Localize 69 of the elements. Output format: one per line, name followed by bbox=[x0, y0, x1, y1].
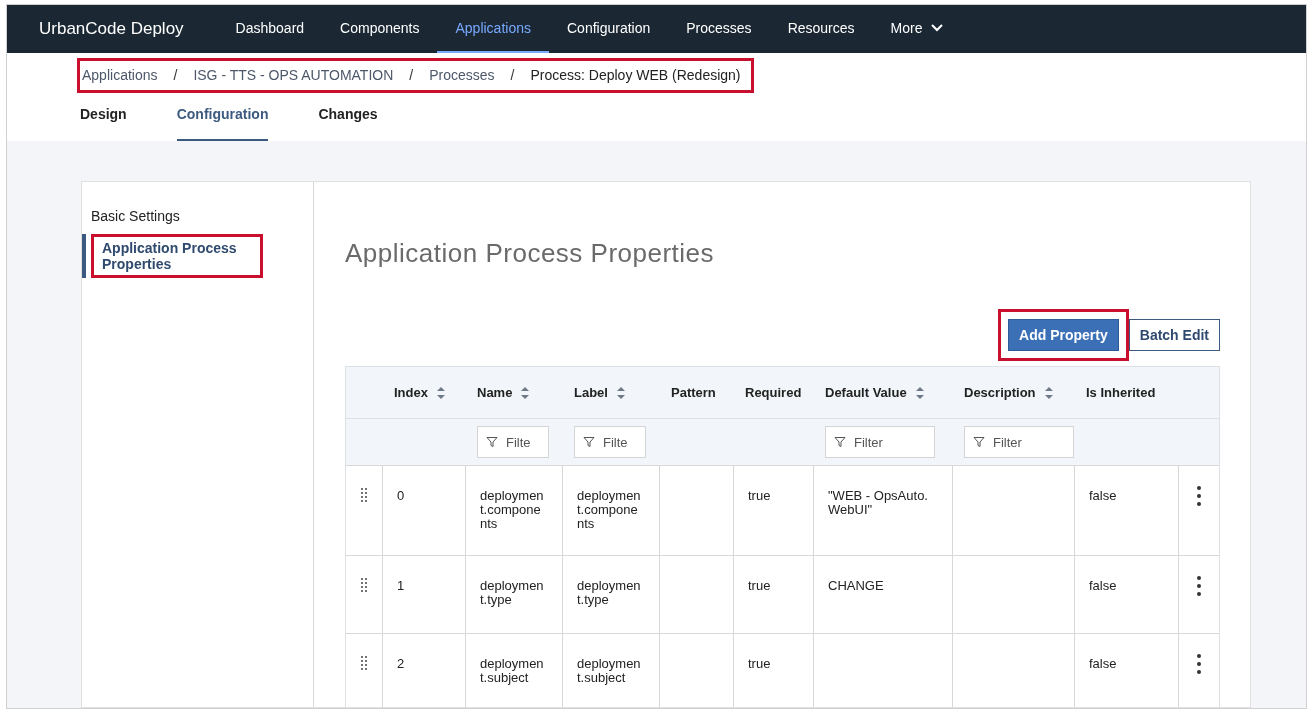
table-cell-text: "WEB - OpsAuto.WebUI" bbox=[828, 489, 929, 517]
column-header: Required bbox=[745, 383, 802, 402]
filter-field[interactable]: Filter bbox=[825, 426, 935, 458]
nav-link[interactable]: Dashboard bbox=[217, 5, 323, 53]
drag-handle-icon[interactable] bbox=[361, 656, 367, 670]
breadcrumb-link[interactable]: ISG - TTS - OPS AUTOMATION bbox=[193, 65, 394, 86]
drag-handle-icon[interactable] bbox=[361, 488, 367, 502]
add-property-button[interactable]: Add Property bbox=[1008, 319, 1119, 351]
drag-handle-icon[interactable] bbox=[361, 578, 367, 592]
overflow-menu-icon[interactable] bbox=[1197, 486, 1201, 506]
column-header: Is Inherited bbox=[1086, 383, 1156, 402]
breadcrumb-current: Process: Deploy WEB (Redesign) bbox=[530, 66, 741, 85]
nav-link[interactable]: Resources bbox=[769, 5, 873, 53]
table-cell: deployment.type bbox=[577, 579, 641, 607]
sort-icon[interactable] bbox=[520, 385, 531, 400]
sidebar-label: Application Process Properties bbox=[102, 240, 238, 272]
page-heading: Application Process Properties bbox=[345, 237, 716, 270]
column-header: Pattern bbox=[671, 383, 716, 402]
breadcrumb-separator: / bbox=[510, 66, 515, 85]
table-cell-text: 1 bbox=[397, 579, 406, 593]
sort-icon[interactable] bbox=[914, 385, 925, 400]
table-cell-text: false bbox=[1089, 579, 1118, 593]
nav-link[interactable]: Configuration bbox=[549, 5, 669, 53]
table-cell: deployment.components bbox=[577, 489, 641, 531]
tab[interactable]: Changes bbox=[318, 104, 378, 141]
sidebar-item[interactable]: Application Process Properties bbox=[82, 234, 313, 278]
batch-edit-button[interactable]: Batch Edit bbox=[1128, 319, 1220, 351]
column-header[interactable]: Label bbox=[574, 382, 626, 403]
breadcrumb-separator: / bbox=[409, 66, 414, 85]
sidebar-item[interactable]: Basic Settings bbox=[82, 208, 313, 224]
filter-field[interactable]: Filter bbox=[964, 426, 1074, 458]
filter-icon bbox=[973, 436, 985, 448]
tab[interactable]: Design bbox=[80, 104, 127, 141]
column-header[interactable]: Description bbox=[964, 382, 1054, 403]
filter-icon bbox=[486, 436, 498, 448]
table-cell-text: CHANGE bbox=[828, 579, 885, 593]
nav-link[interactable]: Components bbox=[322, 5, 438, 53]
table-cell-text: 2 bbox=[397, 657, 406, 671]
filter-field[interactable]: Filte bbox=[477, 426, 549, 458]
table-cell: deployment.subject bbox=[480, 657, 544, 685]
table-cell-text: 0 bbox=[397, 489, 406, 503]
brand-name[interactable]: UrbanCode Deploy bbox=[7, 16, 218, 42]
nav-link[interactable]: Applications bbox=[437, 5, 549, 53]
overflow-menu-icon[interactable] bbox=[1197, 654, 1201, 674]
filter-field[interactable]: Filte bbox=[574, 426, 646, 458]
filter-icon bbox=[583, 436, 595, 448]
overflow-menu-icon[interactable] bbox=[1197, 576, 1201, 596]
table-cell-text: true bbox=[748, 489, 772, 503]
table-cell-text: true bbox=[748, 579, 772, 593]
chevron-down-icon bbox=[930, 23, 945, 33]
column-header[interactable]: Default Value bbox=[825, 382, 925, 403]
sort-icon[interactable] bbox=[1043, 385, 1054, 400]
breadcrumb-separator: / bbox=[173, 66, 178, 85]
table-cell-text: false bbox=[1089, 489, 1118, 503]
sort-icon[interactable] bbox=[435, 385, 446, 400]
sidebar-label: Basic Settings bbox=[91, 208, 181, 224]
table-cell: deployment.subject bbox=[577, 657, 641, 685]
table-cell-text: true bbox=[748, 657, 772, 671]
table-cell-text: false bbox=[1089, 657, 1118, 671]
more-menu[interactable]: More bbox=[872, 5, 963, 53]
nav-link[interactable]: Processes bbox=[668, 5, 770, 53]
breadcrumb-link[interactable]: Applications bbox=[82, 65, 158, 86]
sort-icon[interactable] bbox=[615, 385, 626, 400]
column-header[interactable]: Index bbox=[394, 382, 446, 403]
table-cell: deployment.type bbox=[480, 579, 544, 607]
table-cell: deployment.components bbox=[480, 489, 544, 531]
column-header[interactable]: Name bbox=[477, 382, 531, 403]
filter-icon bbox=[834, 436, 846, 448]
breadcrumb-link[interactable]: Processes bbox=[429, 65, 495, 86]
